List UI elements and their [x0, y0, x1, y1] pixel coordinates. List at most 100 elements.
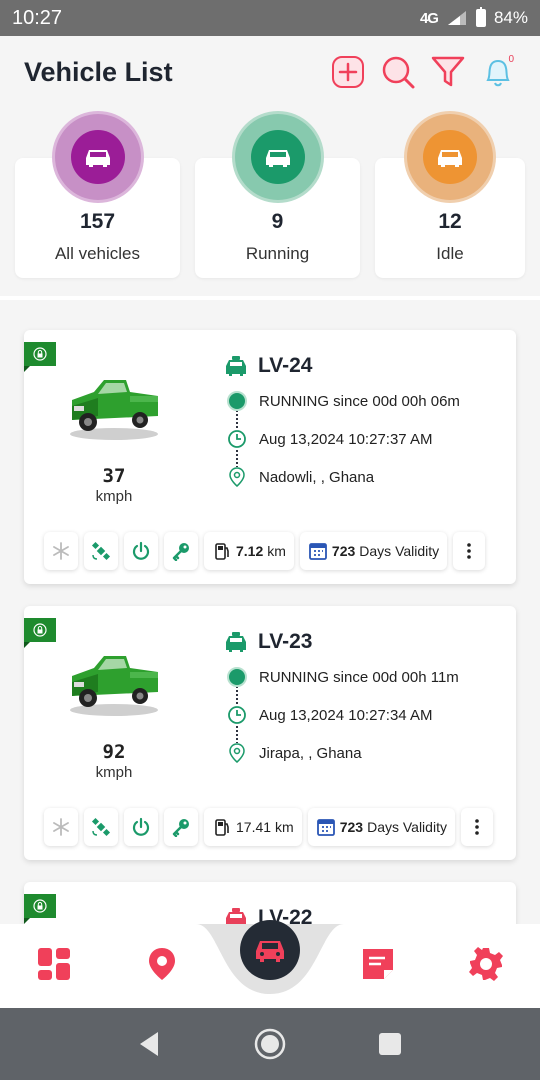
calendar-icon [316, 819, 335, 836]
odometer-unit: km [267, 543, 286, 559]
nav-reports[interactable] [358, 944, 398, 984]
lock-flag [24, 342, 56, 372]
immobilizer-button[interactable] [164, 808, 198, 846]
time-row: Aug 13,2024 10:27:37 AM [227, 420, 514, 458]
running-label: Running [245, 244, 310, 263]
validity-label: Days Validity [359, 543, 440, 559]
status-bar: 10:27 4G 84% [0, 0, 540, 36]
running-card[interactable]: 9 Running [195, 114, 360, 278]
location-pin-icon [227, 743, 247, 763]
lock-icon [33, 899, 47, 913]
nav-settings[interactable] [466, 944, 506, 984]
more-options-button[interactable] [453, 532, 486, 570]
odometer-chip[interactable]: 17.41 km [204, 808, 302, 846]
filter-button[interactable] [430, 54, 466, 90]
notifications-button[interactable]: 0 [480, 54, 516, 90]
vehicle-card[interactable]: 37 kmph LV-24 RUNNING since 00d 00h 06m … [24, 330, 516, 584]
clock-icon [227, 705, 247, 725]
status-text: RUNNING since 00d 00h 11m [259, 668, 459, 686]
settings-icon [469, 947, 503, 981]
plate-row: LV-23 [224, 626, 514, 658]
car-icon [85, 150, 110, 167]
idle-label: Idle [436, 244, 464, 263]
add-vehicle-button[interactable] [330, 54, 366, 90]
ignition-button[interactable] [124, 808, 158, 846]
odometer-unit: km [275, 819, 294, 835]
ac-button[interactable] [44, 532, 78, 570]
all-vehicles-badge [54, 114, 141, 200]
home-icon [254, 1028, 286, 1060]
validity-chip[interactable]: 723 Days Validity [307, 808, 455, 846]
signal-icon [447, 11, 466, 25]
running-status-icon [227, 667, 247, 687]
all-vehicles-label: All vehicles [54, 244, 141, 263]
vehicle-info: LV-23 RUNNING since 00d 00h 11m Aug 13,2… [224, 626, 514, 772]
taxi-icon [226, 632, 246, 652]
ignition-button[interactable] [124, 532, 158, 570]
speed-unit: kmph [95, 488, 133, 505]
validity-days: 723 [339, 819, 364, 835]
status-time: 10:27 [12, 6, 63, 29]
key-icon [172, 543, 189, 561]
system-back-button[interactable] [132, 1026, 168, 1062]
more-vertical-icon [467, 543, 471, 559]
battery-level: 84% [493, 8, 528, 27]
lock-flag [24, 894, 56, 924]
snowflake-icon [53, 542, 69, 560]
nav-map[interactable] [142, 944, 182, 984]
status-row: RUNNING since 00d 00h 06m [227, 382, 514, 420]
search-button[interactable] [380, 54, 416, 90]
nav-vehicles[interactable] [240, 920, 300, 980]
lock-icon [33, 623, 47, 637]
notification-count: 0 [508, 54, 514, 65]
status-timeline: RUNNING since 00d 00h 11m Aug 13,2024 10… [227, 658, 514, 772]
validity-chip[interactable]: 723 Days Validity [299, 532, 448, 570]
running-status-icon [227, 391, 247, 411]
filter-icon [431, 56, 465, 87]
speed-unit: kmph [95, 764, 133, 781]
car-icon [265, 150, 290, 167]
vehicle-plate: LV-23 [258, 630, 313, 653]
gps-button[interactable] [84, 532, 118, 570]
header-actions: 0 [330, 54, 516, 90]
running-count: 9 [271, 210, 284, 233]
all-vehicles-card[interactable]: 157 All vehicles [15, 114, 180, 278]
last-update-time: Aug 13,2024 10:27:37 AM [259, 430, 433, 448]
vehicle-actions: 17.41 km 723 Days Validity [44, 808, 493, 846]
speed-value: 92 [102, 741, 126, 763]
vehicle-card[interactable]: 92 kmph LV-23 RUNNING since 00d 00h 11m … [24, 606, 516, 860]
location-text: Jirapa, , Ghana [259, 744, 362, 762]
more-vertical-icon [475, 819, 479, 835]
odometer-chip[interactable]: 7.12 km [204, 532, 294, 570]
running-badge [234, 114, 321, 200]
idle-count: 12 [438, 210, 462, 233]
divider [0, 296, 540, 300]
validity-days: 723 [331, 543, 356, 559]
system-home-button[interactable] [252, 1026, 288, 1062]
location-text: Nadowli, , Ghana [259, 468, 375, 486]
car-icon [438, 150, 462, 167]
system-navigation-bar [0, 1008, 540, 1080]
speed-value: 37 [102, 465, 126, 487]
satellite-icon [91, 817, 111, 837]
network-indicator: 4G [419, 9, 439, 27]
more-options-button[interactable] [460, 808, 493, 846]
immobilizer-button[interactable] [164, 532, 198, 570]
lock-icon [33, 347, 47, 361]
plate-row: LV-24 [224, 350, 514, 382]
add-icon [332, 56, 364, 88]
power-icon [132, 817, 150, 836]
gps-button[interactable] [84, 808, 118, 846]
app-header: Vehicle List 0 [0, 36, 540, 108]
search-icon [382, 56, 415, 89]
ac-button[interactable] [44, 808, 78, 846]
nav-dashboard[interactable] [34, 944, 74, 984]
idle-card[interactable]: 12 Idle [375, 114, 525, 278]
pickup-truck-image [70, 380, 158, 440]
page-title: Vehicle List [24, 56, 173, 87]
odometer-value: 7.12 [236, 543, 264, 559]
fuel-icon [215, 819, 229, 836]
system-recents-button[interactable] [372, 1026, 408, 1062]
bottom-navigation [0, 920, 540, 1008]
location-row: Jirapa, , Ghana [227, 734, 514, 772]
